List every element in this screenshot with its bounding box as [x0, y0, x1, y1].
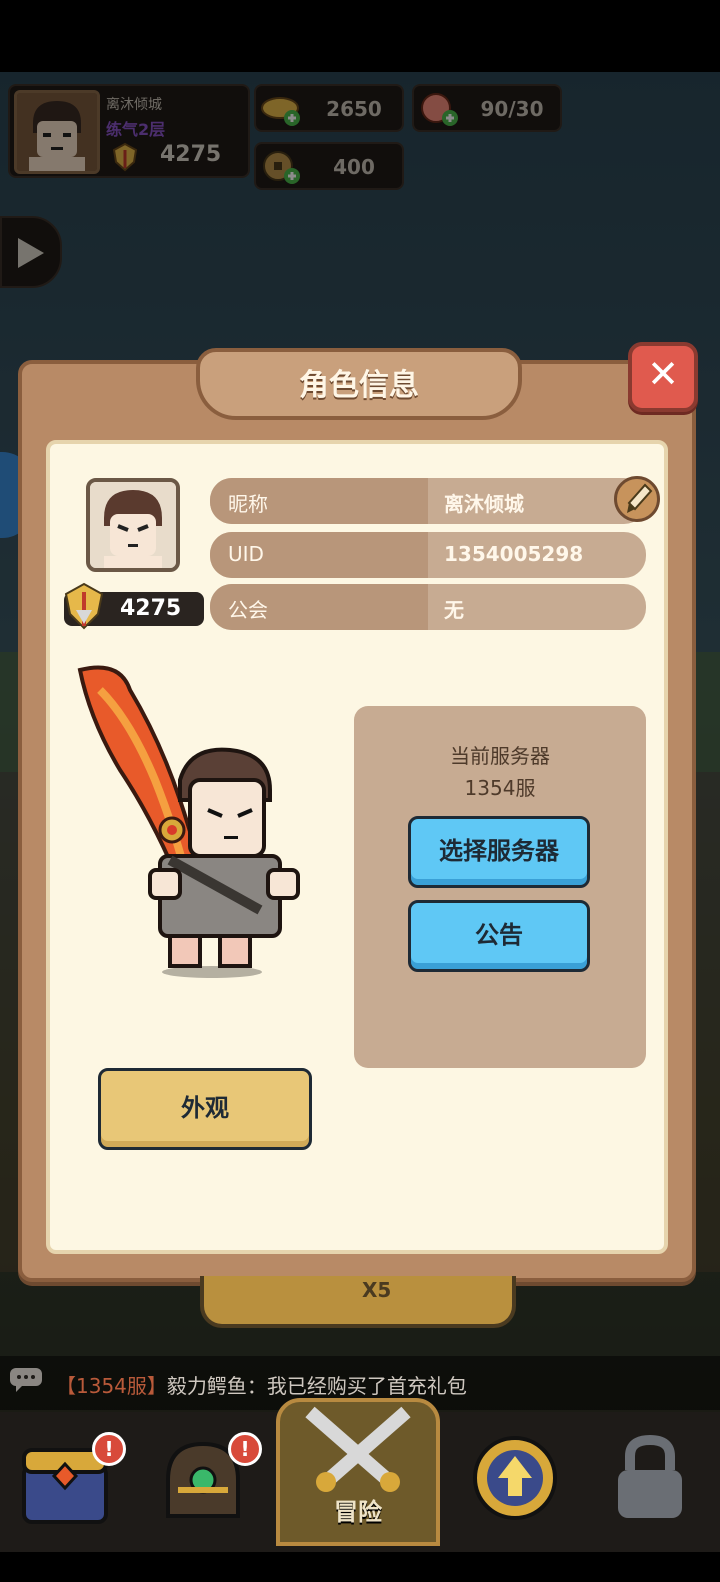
character-portrait: [86, 478, 180, 572]
announcement-button[interactable]: 公告: [408, 900, 590, 972]
chat-message: 【1354服】毅力鳄鱼：我已经购买了首充礼包: [56, 1370, 467, 1399]
nav-upgrade[interactable]: [450, 1420, 580, 1550]
nickname-row: 昵称 离沐倾城: [210, 478, 646, 524]
server-name: 1354服: [464, 776, 536, 800]
uid-row: UID 1354005298: [210, 532, 646, 578]
power-display: 4275: [64, 582, 204, 630]
appearance-button[interactable]: 外观: [98, 1068, 312, 1150]
nav-adventure-label: 冒险: [334, 1498, 382, 1526]
nickname-value: 离沐倾城: [444, 492, 524, 516]
power-value: 4275: [120, 596, 182, 621]
guild-value: 无: [444, 598, 464, 622]
nav-equipment-badge: !: [228, 1432, 262, 1466]
uid-label: UID: [210, 532, 428, 578]
reward-multiplier: X5: [362, 1278, 392, 1302]
crossed-swords-icon: [305, 1406, 411, 1492]
nav-locked[interactable]: [590, 1420, 720, 1550]
dialog-title: 角色信息: [299, 368, 419, 403]
server-title: 当前服务器: [450, 744, 550, 768]
guild-row: 公会 无: [210, 584, 646, 630]
select-server-button[interactable]: 选择服务器: [408, 816, 590, 888]
upgrade-arrow-icon: [473, 1436, 557, 1520]
close-button[interactable]: ✕: [628, 342, 698, 412]
lock-icon: [618, 1434, 682, 1518]
uid-value: 1354005298: [444, 542, 584, 566]
brush-edit-icon: [627, 483, 653, 513]
guild-label: 公会: [210, 584, 428, 630]
close-icon: ✕: [647, 352, 679, 396]
edit-nickname-button[interactable]: [614, 476, 660, 522]
nav-shop-badge: !: [92, 1432, 126, 1466]
nickname-label: 昵称: [210, 478, 428, 524]
reward-button-partial[interactable]: [200, 1276, 516, 1328]
status-bar: [0, 0, 720, 72]
chat-server-tag: 【1354服】: [56, 1374, 167, 1398]
chat-icon[interactable]: [8, 1366, 44, 1394]
character-model: [60, 660, 310, 980]
chat-message-text: 毅力鳄鱼：我已经购买了首充礼包: [166, 1374, 467, 1398]
system-nav-bar: [0, 1552, 720, 1582]
power-helmet-icon: [60, 580, 108, 632]
